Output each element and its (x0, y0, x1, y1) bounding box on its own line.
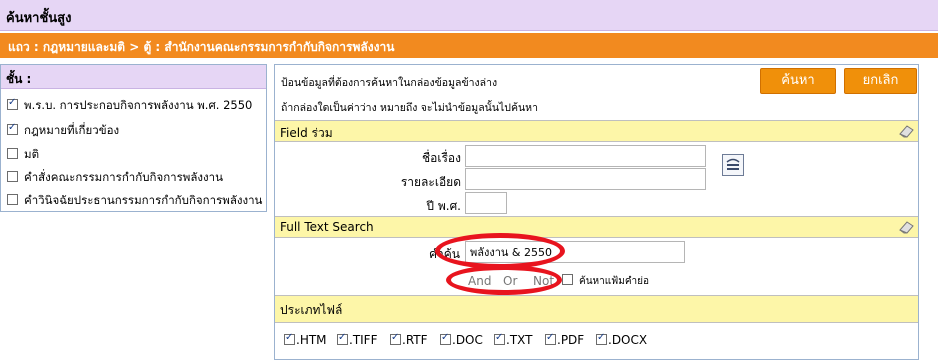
eraser-icon[interactable] (898, 220, 914, 234)
shelf-item-commission-orders[interactable]: คำสั่งคณะกรรมการกำกับกิจการพลังงาน (7, 169, 223, 187)
filetype-rtf[interactable]: .RTF (390, 332, 428, 347)
field-section-title: Field ร่วม (280, 126, 333, 140)
shelf-item-resolution[interactable]: มติ (7, 146, 39, 164)
subject-input[interactable] (465, 145, 706, 167)
highlight-ring-keyword (435, 233, 565, 269)
shelf-panel-title: ชั้น : (1, 65, 266, 89)
filetype-section-header: ประเภทไฟล์ (275, 295, 918, 323)
shelf-item-energy-act[interactable]: พ.ร.บ. การประกอบกิจการพลังงาน พ.ศ. 2550 (7, 97, 252, 115)
filetype-doc[interactable]: .DOC (440, 332, 483, 347)
checkbox-icon[interactable] (494, 332, 505, 345)
filetype-label: .PDF (557, 333, 585, 347)
subject-label: ชื่อเรื่อง (422, 151, 461, 165)
shelf-item-label: มติ (24, 147, 40, 161)
shelf-item-label: คำสั่งคณะกรรมการกำกับกิจการพลังงาน (24, 170, 223, 184)
field-section-header: Field ร่วม (275, 120, 918, 142)
filetype-docx[interactable]: .DOCX (596, 332, 648, 347)
filetype-tiff[interactable]: .TIFF (337, 332, 378, 347)
shelf-item-chairman-rulings[interactable]: คำวินิจฉัยประธานกรรมการกำกับกิจการพลังงา… (7, 192, 262, 210)
filetype-label: .TIFF (349, 333, 378, 347)
lookup-list-icon[interactable] (722, 154, 744, 176)
checkbox-icon[interactable] (440, 332, 451, 345)
fulltext-section-title: Full Text Search (280, 220, 374, 234)
checkbox-icon[interactable] (337, 332, 348, 345)
shelf-panel: ชั้น : พ.ร.บ. การประกอบกิจการพลังงาน พ.ศ… (0, 64, 267, 212)
filetype-label: .RTF (402, 333, 428, 347)
instruction-line-2: ถ้ากล่องใดเป็นค่าว่าง หมายถึง จะไม่นำข้อ… (281, 102, 538, 114)
filetype-label: .DOC (452, 333, 483, 347)
checkbox-icon[interactable] (284, 332, 295, 345)
instruction-line-1: ป้อนข้อมูลที่ต้องการค้นหาในกล่องข้อมูลข้… (281, 77, 498, 89)
shelf-item-label: พ.ร.บ. การประกอบกิจการพลังงาน พ.ศ. 2550 (24, 98, 253, 112)
fulltext-section-header: Full Text Search (275, 216, 918, 238)
filetype-txt[interactable]: .TXT (494, 332, 533, 347)
checkbox-icon[interactable] (7, 97, 18, 110)
breadcrumb: แถว : กฎหมายและมติ > ตู้ : สำนักงานคณะกร… (8, 40, 395, 54)
eraser-icon[interactable] (898, 124, 914, 138)
filetype-htm[interactable]: .HTM (284, 332, 327, 347)
breadcrumb-bar: แถว : กฎหมายและมติ > ตู้ : สำนักงานคณะกร… (0, 33, 938, 58)
checkbox-icon[interactable] (7, 148, 18, 159)
page-title: ค้นหาชั้นสูง (6, 11, 72, 26)
detail-label: รายละเอียด (400, 175, 461, 189)
filetype-pdf[interactable]: .PDF (545, 332, 585, 347)
checkbox-icon[interactable] (7, 122, 18, 135)
shelf-item-label: คำวินิจฉัยประธานกรรมการกำกับกิจการพลังงา… (24, 193, 263, 207)
search-button[interactable]: ค้นหา (760, 68, 836, 94)
checkbox-icon[interactable] (7, 194, 18, 205)
shelf-item-label: กฎหมายที่เกี่ยวข้อง (24, 123, 120, 137)
filetype-label: .TXT (506, 333, 533, 347)
checkbox-icon[interactable] (545, 332, 556, 345)
filetype-label: .HTM (296, 333, 327, 347)
search-summary-label: ค้นหาแฟ้มคำย่อ (579, 276, 650, 287)
filetype-section-title: ประเภทไฟล์ (280, 303, 343, 317)
shelf-item-related-law[interactable]: กฎหมายที่เกี่ยวข้อง (7, 122, 119, 140)
checkbox-icon[interactable] (390, 332, 401, 345)
year-input[interactable] (465, 192, 507, 214)
checkbox-icon[interactable] (562, 274, 573, 285)
year-label: ปี พ.ศ. (426, 199, 461, 213)
search-form-panel: ป้อนข้อมูลที่ต้องการค้นหาในกล่องข้อมูลข้… (274, 64, 919, 360)
detail-input[interactable] (465, 168, 706, 190)
checkbox-icon[interactable] (596, 332, 607, 345)
highlight-ring-operators (446, 265, 562, 295)
cancel-button[interactable]: ยกเลิก (844, 68, 917, 94)
checkbox-icon[interactable] (7, 171, 18, 182)
title-bar: ค้นหาชั้นสูง (0, 0, 938, 31)
search-summary-option[interactable]: ค้นหาแฟ้มคำย่อ (562, 274, 649, 289)
filetype-label: .DOCX (608, 333, 648, 347)
